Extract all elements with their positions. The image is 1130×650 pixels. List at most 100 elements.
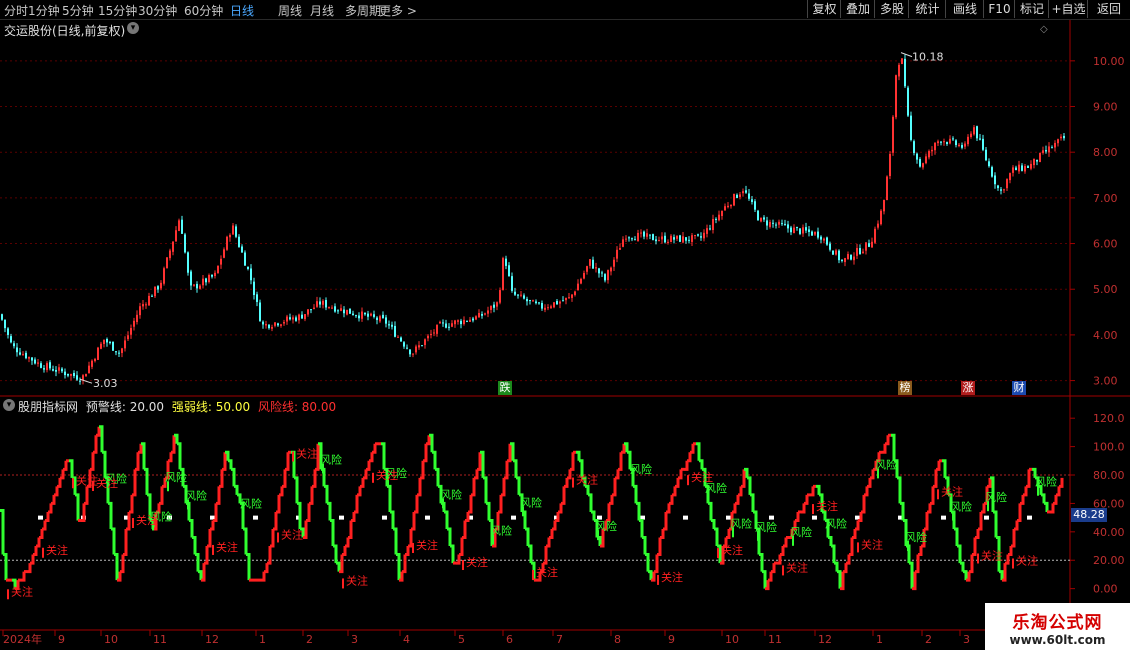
oscillator-segment [246,553,251,581]
oscillator-segment [21,571,26,582]
x-axis-label: 11 [768,633,782,646]
candle-body [112,341,114,351]
candle-body [163,268,165,284]
watch-signal-label: 关注 [816,499,838,513]
oscillator-segment [468,494,473,514]
candle-body [1033,158,1035,166]
candle-body [694,235,696,237]
oscillator-segment [381,442,386,470]
watch-signal-label: 关注 [1016,554,1038,568]
watch-signal-label: 关注 [721,543,743,557]
oscillator-segment [444,510,449,529]
event-badge-rise[interactable]: 涨 [961,381,975,395]
diamond-icon[interactable]: ◇ [1040,24,1048,35]
indicator-name[interactable]: 股朋指标网 [18,400,78,414]
candle-body [535,301,537,304]
candle-body [625,238,627,240]
candle-body [577,283,579,291]
x-axis-label: 8 [614,633,621,646]
watch-signal-label: 关注 [691,470,713,484]
oscillator-segment [1014,520,1019,531]
event-badge-fall[interactable]: 跌 [498,381,512,395]
oscillator-segment [1050,503,1055,514]
oscillator-segment [45,511,50,522]
oscillator-segment [372,443,377,454]
candle-body [1003,189,1005,191]
chevron-down-icon[interactable]: ▾ [127,22,139,34]
oscillator-segment [585,484,590,495]
oscillator-segment [891,433,896,461]
candle-body [739,194,741,197]
candle-body [889,154,891,177]
candle-body [4,319,6,329]
candle-body [655,239,657,242]
oscillator-segment [552,520,557,531]
oscillator-segment [63,460,68,471]
candle-body [19,352,21,355]
oscillator-segment [636,501,641,521]
candle-body [961,145,963,148]
oscillator-segment [810,486,815,497]
strength-line-dot [941,515,946,520]
oscillator-segment [207,528,212,548]
candle-body [781,223,783,225]
risk-signal-label: 风险 [630,462,652,476]
candle-body [937,141,939,144]
oscillator-segment [285,452,290,471]
oscillator-segment [987,477,992,488]
candle-body [448,326,450,328]
candle-body [79,380,81,382]
x-axis-label: 12 [205,633,219,646]
candle-body [475,316,477,320]
risk-signal-label: 风险 [755,520,777,534]
oscillator-segment [714,527,719,547]
candle-body [157,286,159,290]
oscillator-segment [501,477,506,497]
candle-body [847,254,849,260]
oscillator-segment [546,537,551,548]
candle-body [607,270,609,281]
candle-body [424,339,426,346]
oscillator-segment [279,486,284,497]
chevron-down-icon[interactable]: ▾ [3,399,15,411]
chart-canvas[interactable]: 10.009.008.007.006.005.004.003.0010.183.… [0,0,1130,650]
x-axis-label: 1 [259,633,266,646]
candle-body [94,358,96,362]
candle-body [658,240,660,242]
max-price-leader [900,52,913,58]
oscillator-segment [189,518,194,538]
candle-body [988,161,990,167]
main-y-tick-label: 9.00 [1093,101,1118,114]
oscillator-segment [54,486,59,497]
oscillator-segment [210,520,215,531]
event-badge-finance[interactable]: 财 [1012,381,1026,395]
candle-body [70,374,72,376]
event-badge-list[interactable]: 榜 [898,381,912,395]
candle-body [457,320,459,322]
candle-body [682,236,684,243]
min-price-label: 3.03 [93,377,118,390]
candle-body [472,318,474,321]
strength-line-label: 强弱线: 50.00 [171,400,251,414]
oscillator-segment [60,469,65,480]
candle-body [568,297,570,299]
candle-body [583,272,585,279]
candle-body [433,332,435,334]
candle-body [985,149,987,161]
strength-line-dot [425,515,430,520]
candle-body [1039,152,1041,162]
oscillator-segment [459,537,464,557]
oscillator-segment [402,554,407,574]
candle-body [817,231,819,238]
candle-body [838,250,840,261]
oscillator-segment [357,486,362,497]
candle-body [733,193,735,206]
oscillator-segment [567,469,572,480]
strength-line-dot [253,515,258,520]
candle-body [952,138,954,140]
oscillator-segment [96,426,101,437]
oscillator-segment [1053,494,1058,505]
candle-body [115,351,117,353]
candle-body [439,321,441,324]
candle-body [346,309,348,315]
